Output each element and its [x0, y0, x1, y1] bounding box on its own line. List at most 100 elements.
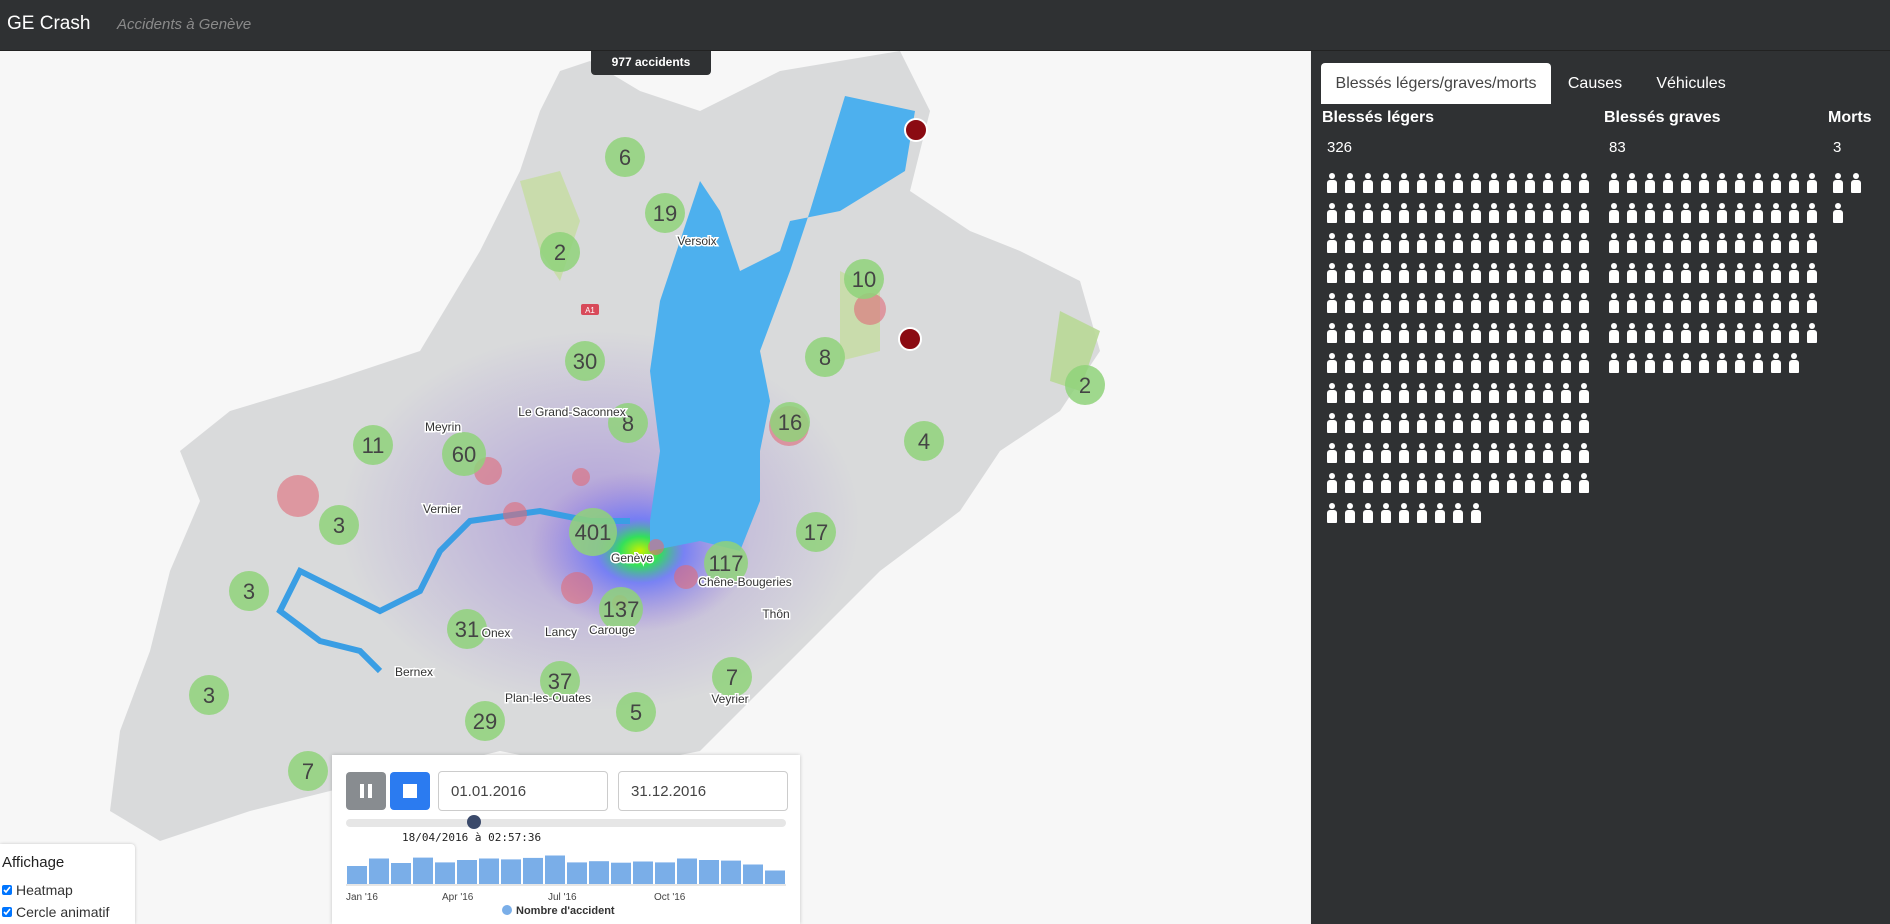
person-icon: [1488, 263, 1500, 283]
person-icon: [1506, 413, 1518, 433]
cluster-count[interactable]: 4: [918, 429, 930, 454]
person-icon: [1644, 293, 1656, 313]
animated-circle-option[interactable]: Cercle animatif: [2, 901, 133, 923]
person-icon: [1488, 203, 1500, 223]
end-date-input[interactable]: [618, 771, 788, 811]
cluster-count[interactable]: 117: [708, 551, 743, 576]
cluster-count[interactable]: 7: [726, 665, 738, 690]
person-icon: [1716, 173, 1728, 193]
person-icon: [1832, 203, 1844, 223]
person-icon: [1626, 203, 1638, 223]
person-icon: [1560, 353, 1572, 373]
person-icon: [1734, 323, 1746, 343]
person-icon: [1578, 383, 1590, 403]
cluster-count[interactable]: 7: [302, 759, 314, 784]
person-icon: [1524, 443, 1536, 463]
person-icon: [1644, 323, 1656, 343]
cluster-count[interactable]: 29: [473, 709, 497, 734]
person-icon: [1608, 173, 1620, 193]
accident-bar: [633, 861, 653, 884]
person-icon: [1398, 293, 1410, 313]
heatmap-option[interactable]: Heatmap: [2, 879, 133, 901]
person-icon: [1380, 503, 1392, 523]
cluster-count[interactable]: 2: [554, 240, 566, 265]
person-icon: [1398, 383, 1410, 403]
time-slider-track[interactable]: [346, 819, 786, 827]
app-title[interactable]: GE Crash: [7, 13, 90, 35]
person-icon: [1344, 173, 1356, 193]
person-icon: [1626, 233, 1638, 253]
cluster-count[interactable]: 10: [852, 267, 876, 292]
start-date-input[interactable]: [438, 771, 608, 811]
cluster-count[interactable]: 401: [575, 520, 612, 545]
person-icon: [1398, 173, 1410, 193]
person-icon: [1680, 173, 1692, 193]
person-icon: [1362, 263, 1374, 283]
tab-vehicles[interactable]: Véhicules: [1641, 63, 1741, 104]
person-icon: [1698, 263, 1710, 283]
person-icon: [1434, 173, 1446, 193]
place-label: Meyrin: [425, 420, 461, 434]
cluster-count[interactable]: 3: [333, 513, 345, 538]
person-icon: [1362, 353, 1374, 373]
person-icon: [1788, 263, 1800, 283]
cluster-count[interactable]: 16: [778, 410, 802, 435]
pause-button[interactable]: [346, 772, 386, 810]
cluster-count[interactable]: 11: [362, 433, 385, 458]
person-icon: [1698, 173, 1710, 193]
tab-causes[interactable]: Causes: [1554, 63, 1636, 104]
person-icon: [1326, 473, 1338, 493]
cluster-count[interactable]: 6: [619, 145, 631, 170]
cluster-count[interactable]: 3: [203, 683, 215, 708]
person-icon: [1770, 263, 1782, 283]
cluster-count[interactable]: 30: [573, 349, 597, 374]
person-icon: [1644, 173, 1656, 193]
person-icon: [1662, 293, 1674, 313]
cluster-count[interactable]: 17: [804, 520, 828, 545]
month-tick-label: Jan '16: [346, 892, 378, 903]
person-icon: [1362, 233, 1374, 253]
person-icon: [1452, 473, 1464, 493]
person-icon: [1434, 203, 1446, 223]
person-icon: [1542, 443, 1554, 463]
person-icon: [1398, 263, 1410, 283]
person-icon: [1578, 173, 1590, 193]
accident-bar: [369, 858, 389, 884]
person-icon: [1832, 173, 1844, 193]
stop-button[interactable]: [390, 772, 430, 810]
person-icon: [1416, 173, 1428, 193]
place-label: Vernier: [423, 502, 461, 516]
person-icon: [1698, 293, 1710, 313]
accident-bar: [567, 862, 587, 884]
deaths-count: 3: [1833, 139, 1842, 156]
cluster-count[interactable]: 60: [452, 442, 476, 467]
cluster-count[interactable]: 5: [630, 700, 642, 725]
accident-bar: [655, 862, 675, 884]
deaths-icons: [1829, 173, 1874, 233]
person-icon: [1542, 323, 1554, 343]
person-icon: [1770, 353, 1782, 373]
cluster-count[interactable]: 3: [243, 579, 255, 604]
person-icon: [1752, 293, 1764, 313]
time-slider-handle[interactable]: [466, 815, 481, 829]
person-icon: [1470, 263, 1482, 283]
cluster-count[interactable]: 137: [603, 597, 640, 622]
person-icon: [1470, 383, 1482, 403]
person-icon: [1698, 353, 1710, 373]
person-icon: [1626, 353, 1638, 373]
person-icon: [1398, 413, 1410, 433]
person-icon: [1434, 443, 1446, 463]
accident-bar: [435, 862, 455, 884]
cluster-count[interactable]: 8: [819, 345, 831, 370]
cluster-count[interactable]: 2: [1079, 373, 1091, 398]
person-icon: [1662, 173, 1674, 193]
timeline-panel: 18/04/2016 à 02:57:36 Jan '16 Apr '16 Jul …: [332, 755, 800, 924]
heatmap-checkbox[interactable]: [2, 885, 12, 895]
person-icon: [1488, 323, 1500, 343]
tab-injuries[interactable]: Blessés légers/graves/morts: [1321, 63, 1551, 104]
animated-circle-checkbox[interactable]: [2, 907, 12, 917]
person-icon: [1398, 473, 1410, 493]
cluster-count[interactable]: 19: [653, 201, 677, 226]
cluster-count[interactable]: 31: [455, 617, 479, 642]
display-options-title: Affichage: [2, 854, 65, 871]
